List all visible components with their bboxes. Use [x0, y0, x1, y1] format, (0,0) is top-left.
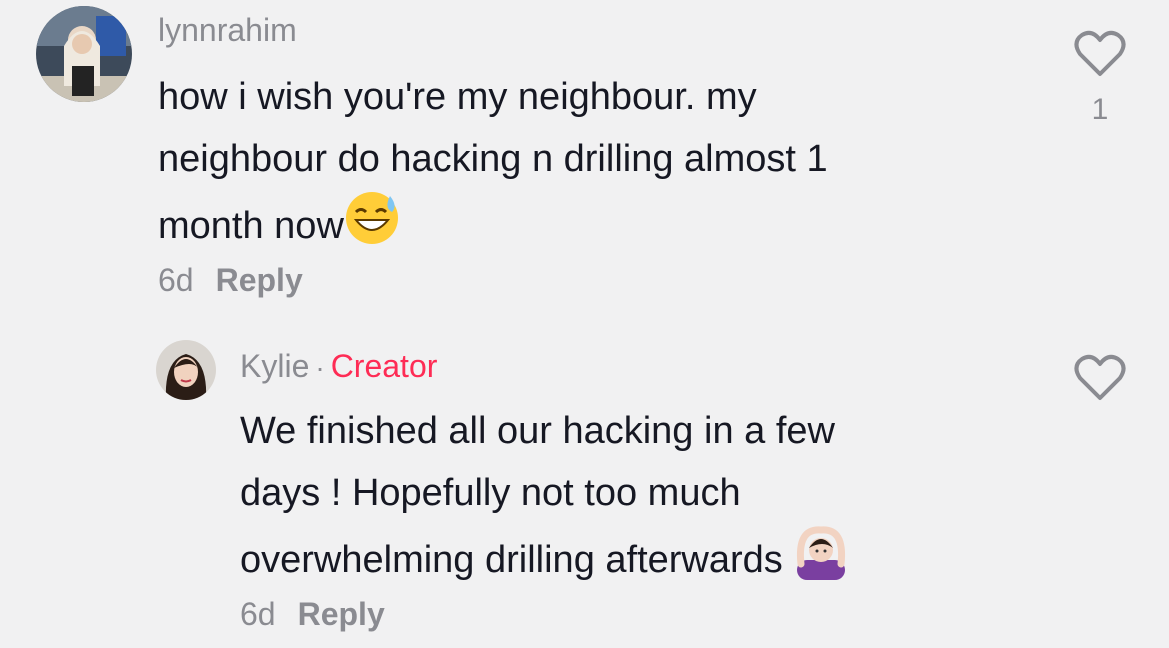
comment-text-line: neighbour do hacking n drilling almost 1 — [158, 138, 828, 180]
reply-button[interactable]: Reply — [298, 596, 385, 632]
comment-text-line: month now — [158, 205, 344, 247]
comment-meta: 6d Reply — [158, 262, 303, 299]
comment-text-last-line: month now — [158, 190, 978, 265]
comment-text-line: overwhelming drilling afterwards — [240, 539, 783, 581]
reply-button[interactable]: Reply — [216, 262, 303, 298]
heart-icon — [1074, 354, 1126, 406]
comment-text: how i wish you're my neighbour. my neigh… — [158, 66, 978, 265]
heart-icon — [1074, 30, 1126, 82]
comment-username[interactable]: lynnrahim — [158, 12, 297, 49]
comment-age: 6d — [240, 596, 276, 632]
person-gesturing-ok-emoji — [793, 524, 849, 599]
comment-username-row: Kylie · Creator — [240, 348, 437, 385]
separator-dot: · — [315, 352, 325, 383]
comment-meta: 6d Reply — [240, 596, 385, 633]
comment-text-line: how i wish you're my neighbour. my — [158, 76, 757, 118]
like-count: 1 — [1091, 93, 1109, 126]
comment-text-line: days ! Hopefully not too much — [240, 472, 741, 514]
comment-text-line: We finished all our hacking in a few — [240, 410, 835, 452]
avatar[interactable] — [36, 6, 132, 102]
comment-text-last-line: overwhelming drilling afterwards — [240, 524, 1000, 599]
creator-badge: Creator — [330, 348, 438, 384]
like-button[interactable] — [1072, 354, 1128, 407]
like-button[interactable]: 1 — [1072, 30, 1128, 127]
comment-lynnrahim: lynnrahim how i wish you're my neighbour… — [0, 0, 1169, 320]
comment-username[interactable]: Kylie — [240, 348, 309, 384]
comment-age: 6d — [158, 262, 194, 298]
avatar[interactable] — [156, 340, 216, 400]
comment-text: We finished all our hacking in a few day… — [240, 400, 1000, 599]
sweat-smile-emoji — [344, 190, 400, 265]
comment-kylie: Kylie · Creator We finished all our hackin… — [0, 330, 1169, 648]
